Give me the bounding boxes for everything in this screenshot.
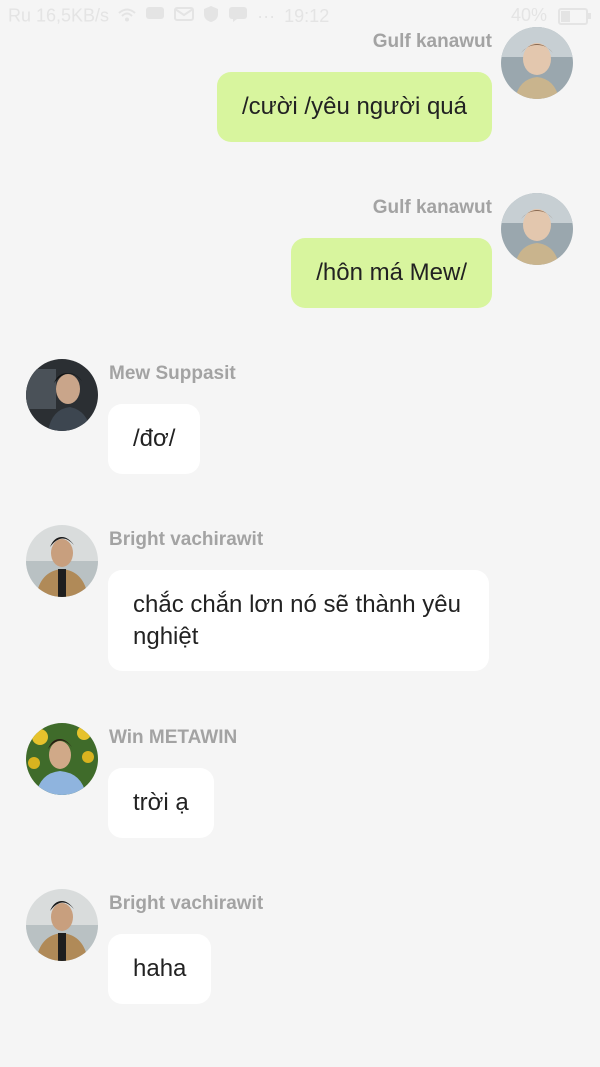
chat-icon [228, 6, 248, 27]
avatar[interactable] [26, 359, 98, 431]
avatar[interactable] [26, 723, 98, 795]
status-bar-left: Ru 16,5KB/s ··· 19:12 [8, 5, 329, 28]
sender-name: Gulf kanawut [372, 31, 492, 52]
message-bubble[interactable]: chắc chắn lơn nó sẽ thành yêu nghiệt [108, 570, 489, 671]
avatar[interactable] [26, 525, 98, 597]
avatar[interactable] [26, 889, 98, 961]
status-bar-right: 40% [510, 5, 591, 26]
battery-percent: 40% [510, 5, 547, 25]
message-bubble[interactable]: haha [108, 934, 212, 1004]
avatar[interactable] [501, 27, 573, 99]
wifi-icon [118, 6, 136, 27]
battery-icon [558, 7, 591, 25]
message-bubble[interactable]: trời ạ [108, 768, 214, 838]
network-speed: Ru 16,5KB/s [8, 5, 110, 26]
message-bubble[interactable]: /cười /yêu người quá [216, 72, 492, 142]
message-bubble[interactable]: /hôn má Mew/ [291, 238, 492, 308]
message-bubble[interactable]: /đơ/ [108, 404, 201, 474]
sender-name: Mew Suppasit [109, 363, 236, 384]
status-bar: Ru 16,5KB/s ··· 19:12 40% [0, 0, 600, 32]
mail-icon [174, 6, 195, 27]
sender-name: Bright vachirawit [109, 529, 264, 550]
message-icon [145, 6, 165, 27]
sender-name: Win METAWIN [109, 727, 238, 748]
status-time: 19:12 [284, 6, 330, 26]
sender-name: Gulf kanawut [372, 197, 492, 218]
chat-screen: Ru 16,5KB/s ··· 19:12 40% Gulf kanawut /… [0, 0, 600, 1067]
more-icon: ··· [257, 6, 276, 26]
shield-icon [203, 5, 219, 28]
avatar[interactable] [501, 193, 573, 265]
battery-level [561, 10, 570, 22]
sender-name: Bright vachirawit [109, 893, 264, 914]
